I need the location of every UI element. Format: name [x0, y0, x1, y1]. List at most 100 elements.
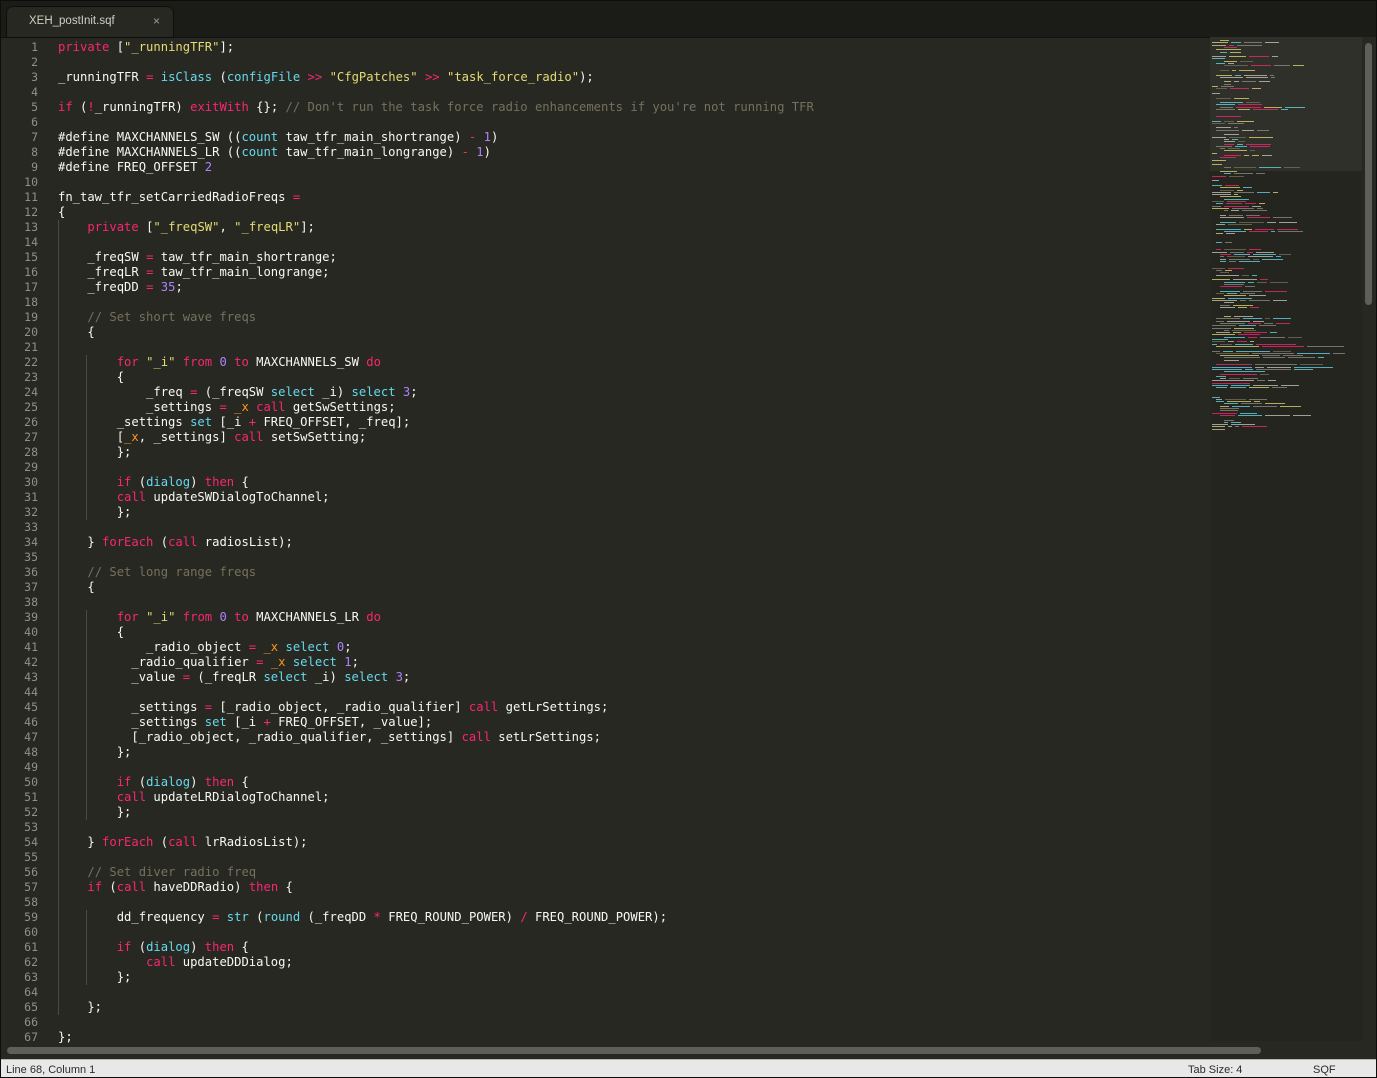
code-line[interactable]: 45 _settings = [_radio_object, _radio_qu… — [1, 700, 1211, 715]
minimap-stroke — [1237, 44, 1262, 46]
code-line[interactable]: 61 if (dialog) then { — [1, 940, 1211, 955]
code-line[interactable]: 63 }; — [1, 970, 1211, 985]
minimap-stroke — [1220, 187, 1240, 189]
code-line[interactable]: 56 // Set diver radio freq — [1, 865, 1211, 880]
code-line[interactable]: 18 — [1, 295, 1211, 310]
code-line[interactable]: 17 _freqDD = 35; — [1, 280, 1211, 295]
code-line[interactable]: 12 { — [1, 205, 1211, 220]
code-line[interactable]: 44 — [1, 685, 1211, 700]
code-line[interactable]: 3 _runningTFR = isClass (configFile >> "C… — [1, 70, 1211, 85]
close-icon[interactable]: × — [153, 14, 160, 28]
code-line[interactable]: 11 fn_taw_tfr_setCarriedRadioFreqs = — [1, 190, 1211, 205]
code-line[interactable]: 53 — [1, 820, 1211, 835]
code-line[interactable]: 51 call updateLRDialogToChannel; — [1, 790, 1211, 805]
code-line[interactable]: 13 private ["_freqSW", "_freqLR"]; — [1, 220, 1211, 235]
code-line[interactable]: 29 — [1, 460, 1211, 475]
code-line[interactable]: 39 for "_i" from 0 to MAXCHANNELS_LR do — [1, 610, 1211, 625]
code-line[interactable]: 25 _settings = _x call getSwSettings; — [1, 400, 1211, 415]
code-line[interactable]: 28 }; — [1, 445, 1211, 460]
code-line[interactable]: 49 — [1, 760, 1211, 775]
tab-xeh-postinit[interactable]: XEH_postInit.sqf × — [7, 7, 173, 37]
code-line[interactable]: 66 — [1, 1015, 1211, 1030]
minimap[interactable] — [1210, 37, 1362, 1041]
minimap-stroke — [1268, 380, 1276, 382]
code-line[interactable]: 5 if (!_runningTFR) exitWith {}; // Don't… — [1, 100, 1211, 115]
minimap-stroke — [1230, 51, 1241, 53]
code-line[interactable]: 36 // Set long range freqs — [1, 565, 1211, 580]
code-line[interactable]: 48 }; — [1, 745, 1211, 760]
code-line[interactable]: 22 for "_i" from 0 to MAXCHANNELS_SW do — [1, 355, 1211, 370]
vertical-scrollbar[interactable] — [1362, 37, 1376, 1041]
minimap-stroke — [1248, 322, 1261, 324]
code-line[interactable]: 21 — [1, 340, 1211, 355]
code-line[interactable]: 14 — [1, 235, 1211, 250]
syntax-indicator[interactable]: SQF — [1313, 1064, 1336, 1076]
minimap-stroke — [1224, 60, 1237, 62]
minimap-stroke — [1227, 256, 1245, 258]
minimap-stroke — [1212, 164, 1222, 166]
code-line[interactable]: 46 _settings set [_i + FREQ_OFFSET, _val… — [1, 715, 1211, 730]
code-line[interactable]: 67}; — [1, 1030, 1211, 1044]
code-line[interactable]: 15 _freqSW = taw_tfr_main_shortrange; — [1, 250, 1211, 265]
code-line[interactable]: 33 — [1, 520, 1211, 535]
code-line[interactable]: 52 }; — [1, 805, 1211, 820]
code-line[interactable]: 16 _freqLR = taw_tfr_main_longrange; — [1, 265, 1211, 280]
code-line[interactable]: 23 { — [1, 370, 1211, 385]
code-line[interactable]: 35 — [1, 550, 1211, 565]
minimap-stroke — [1216, 274, 1239, 276]
code-line[interactable]: 31 call updateSWDialogToChannel; — [1, 490, 1211, 505]
code-editor[interactable]: 1 private ["_runningTFR"]; 2 3 _runningTFR =… — [1, 37, 1211, 1044]
minimap-stroke — [1220, 102, 1243, 104]
code-line[interactable]: 59 dd_frequency = str (round (_freqDD * … — [1, 910, 1211, 925]
code-line[interactable]: 19 // Set short wave freqs — [1, 310, 1211, 325]
minimap-stroke — [1253, 385, 1278, 386]
code-line[interactable]: 62 call updateDDDialog; — [1, 955, 1211, 970]
code-line[interactable]: 26 _settings set [_i + FREQ_OFFSET, _fre… — [1, 415, 1211, 430]
code-line[interactable]: 54 } forEach (call lrRadiosList); — [1, 835, 1211, 850]
tab-size-indicator[interactable]: Tab Size: 4 — [1188, 1064, 1242, 1076]
minimap-stroke — [1242, 274, 1249, 276]
code-line[interactable]: 7 #define MAXCHANNELS_SW ((count taw_tfr_… — [1, 130, 1211, 145]
code-line[interactable]: 57 if (call haveDDRadio) then { — [1, 880, 1211, 895]
code-line[interactable]: 32 }; — [1, 505, 1211, 520]
line-number: 63 — [24, 970, 38, 984]
code-line[interactable]: 6 — [1, 115, 1211, 130]
code-line[interactable]: 43 _value = (_freqLR select _i) select 3… — [1, 670, 1211, 685]
code-line[interactable]: 42 _radio_qualifier = _x select 1; — [1, 655, 1211, 670]
horizontal-scroll-thumb[interactable] — [7, 1047, 1261, 1054]
code-line[interactable]: 4 — [1, 85, 1211, 100]
code-line[interactable]: 40 { — [1, 625, 1211, 640]
code-line[interactable]: 65 }; — [1, 1000, 1211, 1015]
horizontal-scrollbar[interactable] — [1, 1043, 1362, 1057]
code-line[interactable]: 38 — [1, 595, 1211, 610]
code-line[interactable]: 10 — [1, 175, 1211, 190]
minimap-stroke — [1216, 109, 1235, 110]
code-line[interactable]: 9 #define FREQ_OFFSET 2 — [1, 160, 1211, 175]
minimap-stroke — [1228, 224, 1252, 225]
code-line[interactable]: 2 — [1, 55, 1211, 70]
minimap-stroke — [1225, 398, 1246, 400]
code-line[interactable]: 50 if (dialog) then { — [1, 775, 1211, 790]
code-line[interactable]: 8 #define MAXCHANNELS_LR ((count taw_tfr_… — [1, 145, 1211, 160]
line-text: call updateSWDialogToChannel; — [116, 490, 330, 504]
code-line[interactable]: 47 [_radio_object, _radio_qualifier, _se… — [1, 730, 1211, 745]
code-line[interactable]: 58 — [1, 895, 1211, 910]
code-line[interactable]: 60 — [1, 925, 1211, 940]
code-line[interactable]: 41 _radio_object = _x select 0; — [1, 640, 1211, 655]
minimap-stroke — [1263, 357, 1285, 359]
code-line[interactable]: 34 } forEach (call radiosList); — [1, 535, 1211, 550]
line-text: _radio_object = _x select 0; — [58, 640, 352, 654]
code-line[interactable]: 30 if (dialog) then { — [1, 475, 1211, 490]
minimap-stroke — [1220, 272, 1229, 274]
code-line[interactable]: 24 _freq = (_freqSW select _i) select 3; — [1, 385, 1211, 400]
vertical-scroll-thumb[interactable] — [1365, 43, 1372, 305]
code-line[interactable]: 55 — [1, 850, 1211, 865]
code-line[interactable]: 27 [_x, _settings] call setSwSetting; — [1, 430, 1211, 445]
line-text: } forEach (call radiosList); — [58, 535, 293, 549]
code-line[interactable]: 20 { — [1, 325, 1211, 340]
line-number: 49 — [24, 760, 38, 774]
code-line[interactable]: 37 { — [1, 580, 1211, 595]
minimap-stroke — [1220, 373, 1257, 375]
code-line[interactable]: 1 private ["_runningTFR"]; — [1, 40, 1211, 55]
code-line[interactable]: 64 — [1, 985, 1211, 1000]
